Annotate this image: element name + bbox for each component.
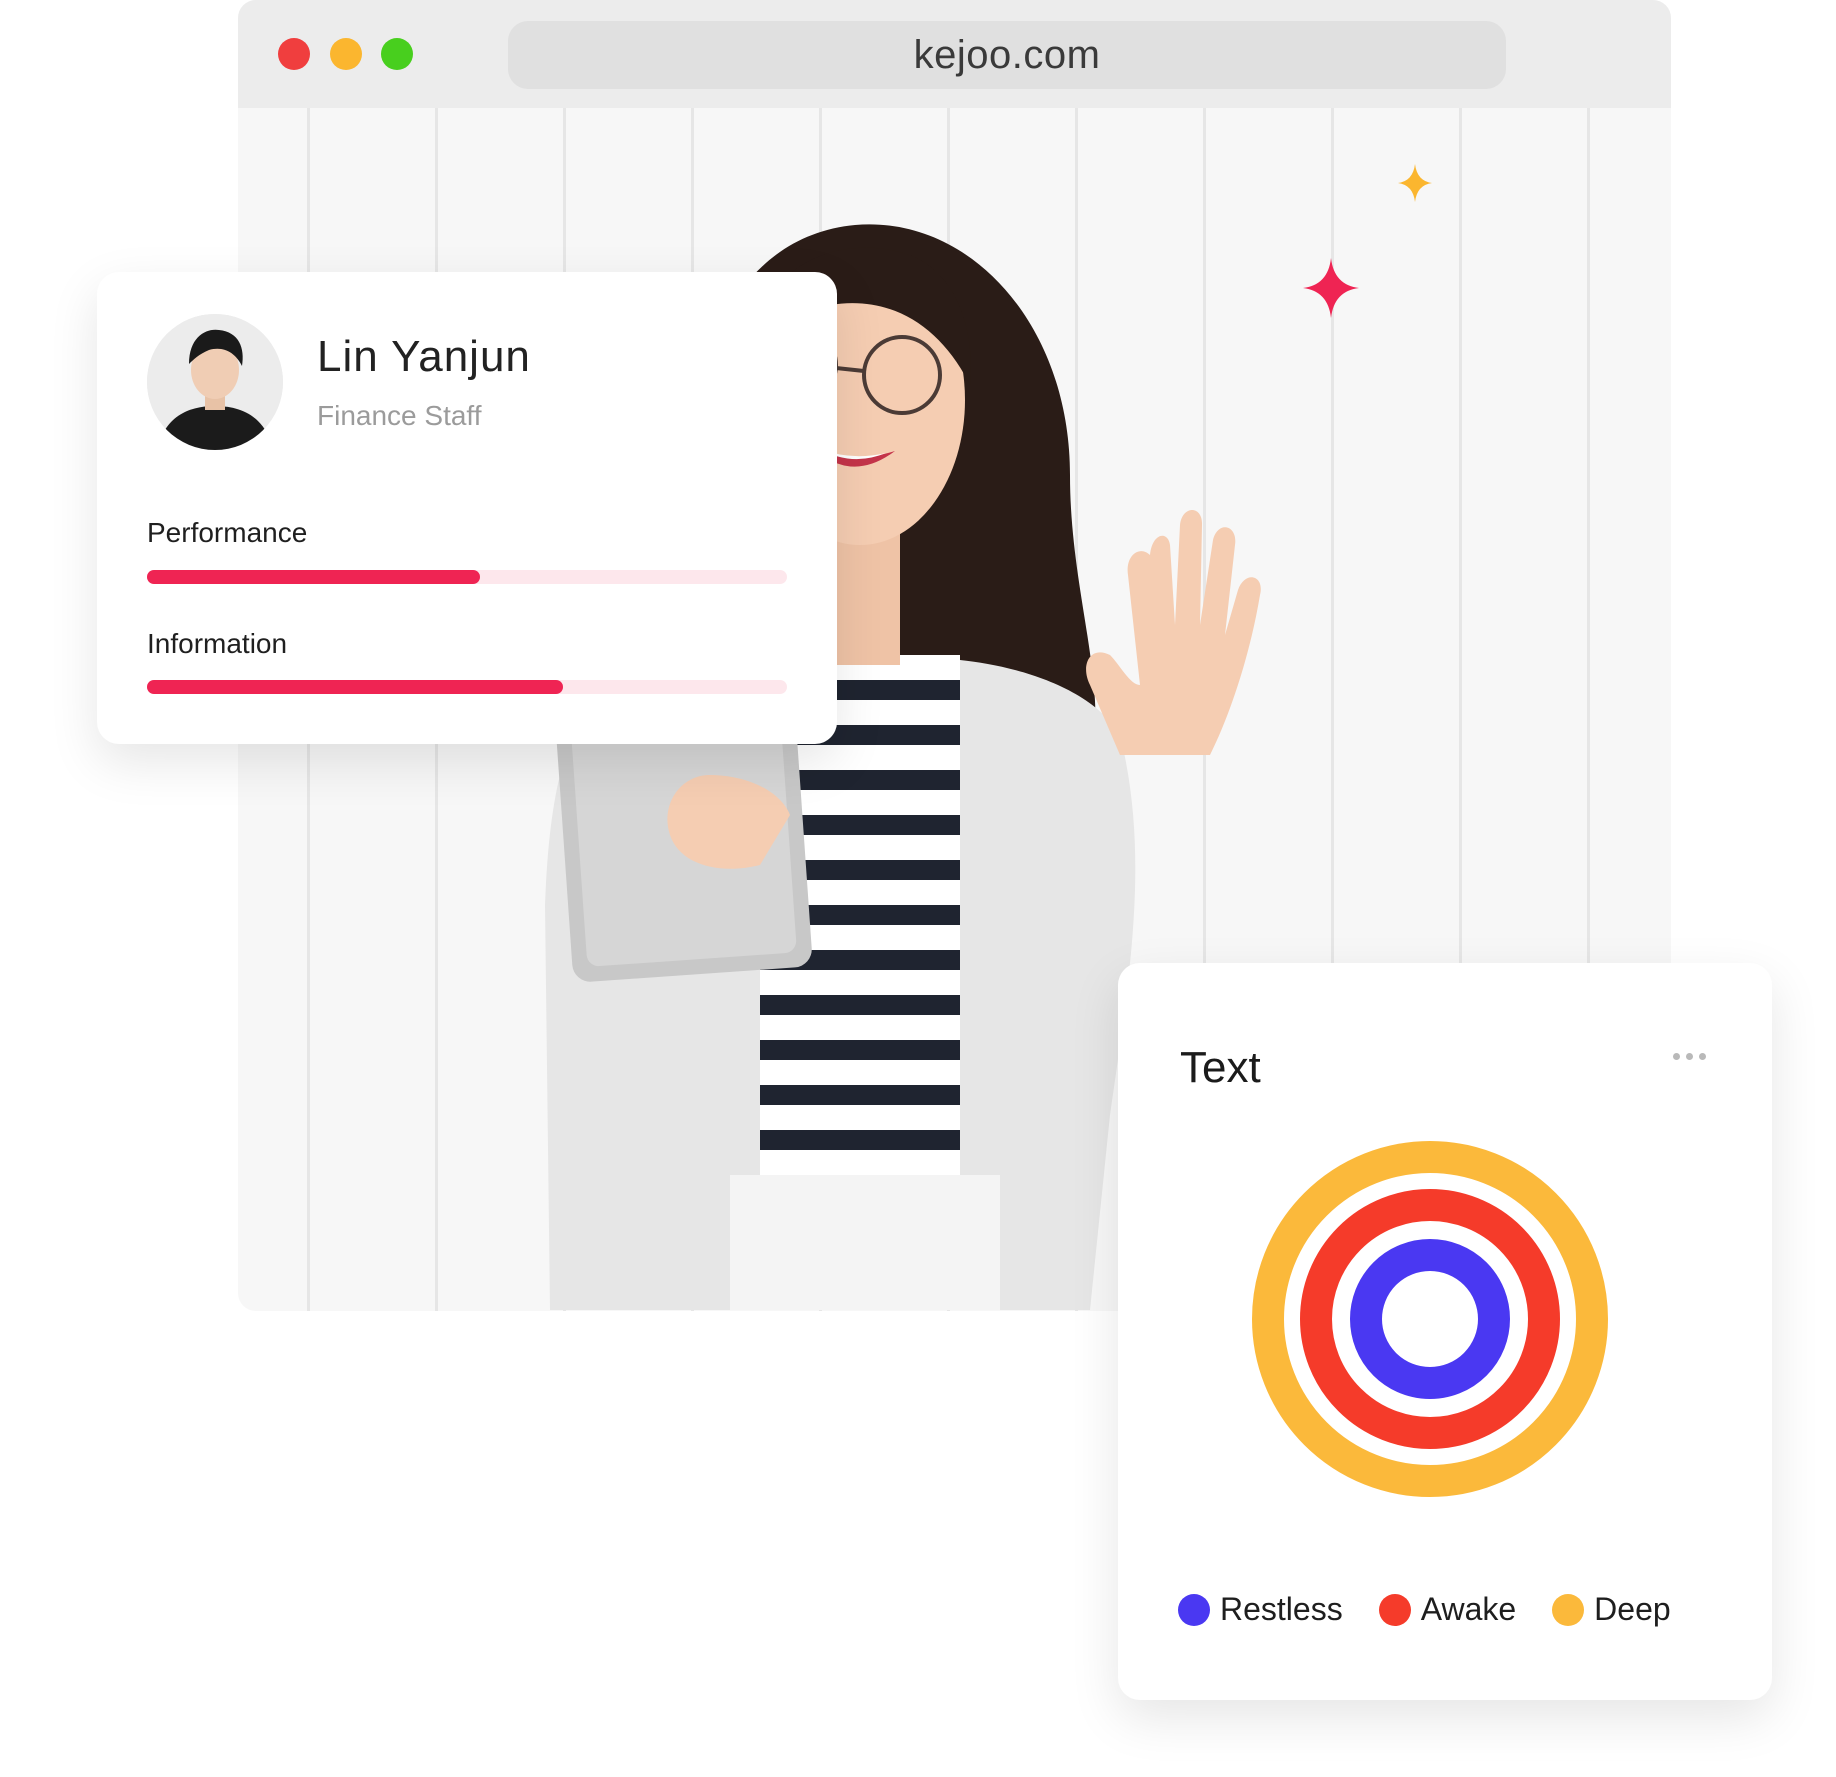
profile-card: Lin Yanjun Finance Staff Performance Inf… [97, 272, 837, 744]
profile-role: Finance Staff [317, 400, 482, 431]
legend-label-awake: Awake [1420, 1591, 1517, 1627]
browser-title-bar: kejoo.com [238, 0, 1671, 108]
profile-name: Lin Yanjun [317, 332, 531, 381]
ring-restless [1350, 1239, 1510, 1399]
legend-label-deep: Deep [1594, 1591, 1671, 1627]
legend-dot-deep [1552, 1593, 1585, 1626]
legend-item-restless: Restless [1178, 1591, 1343, 1628]
minimize-window-button[interactable] [330, 38, 362, 70]
legend-item-deep: Deep [1552, 1591, 1671, 1628]
chart-card: Text Restless Awake Deep [1118, 963, 1772, 1700]
performance-progress-fill [147, 570, 480, 584]
more-horizontal-icon[interactable] [1673, 1053, 1706, 1060]
avatar[interactable] [147, 314, 283, 450]
concentric-ring-chart [1252, 1141, 1608, 1497]
information-progress-fill [147, 680, 563, 694]
performance-progress-bar [147, 570, 787, 584]
sparkle-small-icon [1398, 164, 1432, 202]
avatar-portrait-icon [147, 314, 283, 450]
chart-legend: Restless Awake Deep [1178, 1591, 1671, 1628]
address-bar[interactable]: kejoo.com [508, 21, 1506, 89]
metric-label-performance: Performance [147, 517, 308, 548]
url-text: kejoo.com [913, 32, 1101, 77]
maximize-window-button[interactable] [381, 38, 413, 70]
metric-label-information: Information [147, 628, 288, 659]
legend-label-restless: Restless [1220, 1591, 1343, 1627]
chart-title: Text [1180, 1043, 1261, 1092]
legend-dot-awake [1378, 1593, 1411, 1626]
information-progress-bar [147, 680, 787, 694]
legend-item-awake: Awake [1378, 1591, 1517, 1628]
legend-dot-restless [1178, 1593, 1210, 1626]
close-window-button[interactable] [278, 38, 310, 70]
